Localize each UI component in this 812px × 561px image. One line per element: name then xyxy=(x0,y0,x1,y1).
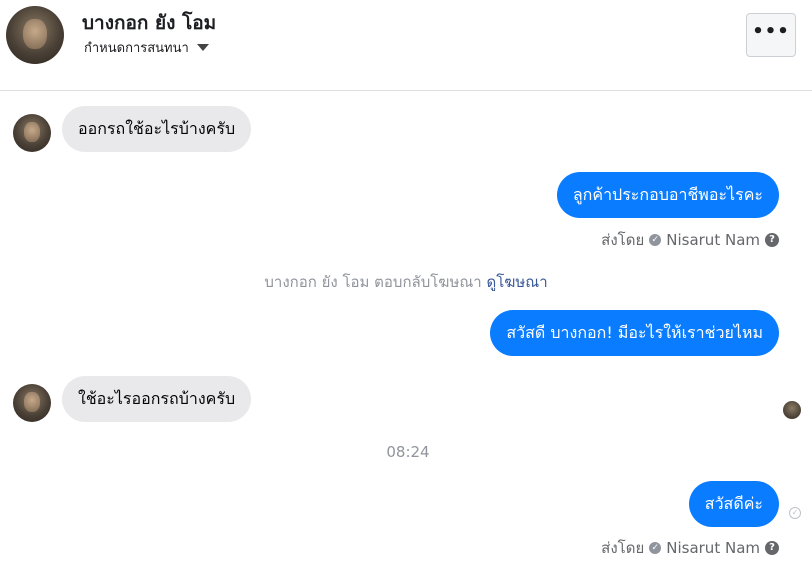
sender-name[interactable]: Nisarut Nam xyxy=(666,231,760,249)
help-icon[interactable]: ? xyxy=(765,541,779,555)
sender-name[interactable]: Nisarut Nam xyxy=(666,539,760,557)
check-icon: ✓ xyxy=(649,234,662,246)
outgoing-message[interactable]: สวัสดีค่ะ xyxy=(688,481,779,527)
sent-by-label: ส่งโดย xyxy=(601,539,645,557)
delivered-check-icon: ✓ xyxy=(789,507,801,519)
sent-by-info: ส่งโดย ✓ Nisarut Nam ? xyxy=(601,536,779,560)
sender-avatar[interactable] xyxy=(13,114,51,152)
seen-indicator-avatar xyxy=(783,401,801,419)
more-options-button[interactable]: ••• xyxy=(746,13,796,57)
outgoing-message[interactable]: สวัสดี บางกอก! มีอะไรให้เราช่วยไหม xyxy=(490,310,779,356)
contact-name[interactable]: บางกอก ยัง โอม xyxy=(82,8,216,38)
sent-by-label: ส่งโดย xyxy=(601,231,645,249)
conversation-settings-label: กำหนดการสนทนา xyxy=(84,41,189,56)
conversation-settings-dropdown[interactable]: กำหนดการสนทนา xyxy=(84,37,209,58)
view-ad-link[interactable]: ดูโฆษณา xyxy=(486,273,547,291)
ad-reply-text: บางกอก ยัง โอม ตอบกลับโฆษณา xyxy=(264,273,482,291)
check-icon: ✓ xyxy=(649,542,662,554)
conversation-header: บางกอก ยัง โอม กำหนดการสนทนา ••• xyxy=(0,0,812,91)
sender-avatar[interactable] xyxy=(13,384,51,422)
sent-by-info: ส่งโดย ✓ Nisarut Nam ? xyxy=(601,228,779,252)
help-icon[interactable]: ? xyxy=(765,233,779,247)
incoming-message[interactable]: ใช้อะไรออกรถบ้างครับ xyxy=(62,376,252,422)
outgoing-message[interactable]: ลูกค้าประกอบอาชีพอะไรคะ xyxy=(556,172,779,218)
message-timestamp: 08:24 xyxy=(386,443,430,461)
incoming-message[interactable]: ออกรถใช้อะไรบ้างครับ xyxy=(62,106,252,152)
more-dots-icon: ••• xyxy=(752,21,790,42)
ad-reply-note: บางกอก ยัง โอม ตอบกลับโฆษณา ดูโฆษณา xyxy=(0,270,812,294)
caret-down-icon xyxy=(196,44,209,51)
contact-avatar[interactable] xyxy=(6,6,64,64)
